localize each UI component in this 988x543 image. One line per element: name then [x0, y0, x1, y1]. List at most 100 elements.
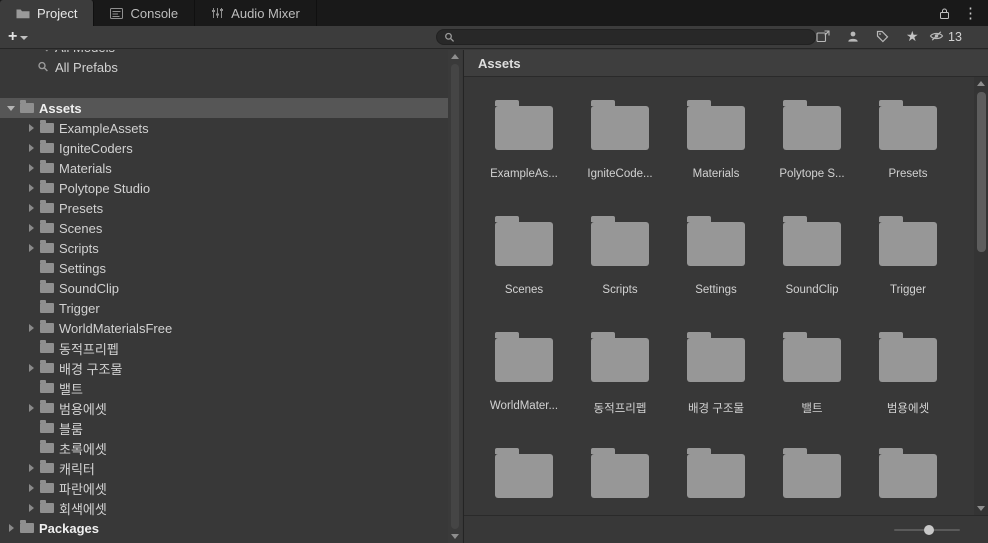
tree-item[interactable]: Materials [0, 158, 448, 178]
tab-label: Console [130, 5, 179, 21]
tree-item-assets[interactable]: Assets [0, 98, 448, 118]
asset-folder[interactable]: SoundClip [764, 210, 860, 326]
expand-arrow-icon[interactable] [6, 102, 16, 114]
search-by-label-icon[interactable] [876, 30, 889, 43]
expand-arrow-icon[interactable] [26, 242, 36, 254]
tree-item[interactable]: 블룸 [0, 418, 448, 438]
tree-item[interactable]: Settings [0, 258, 448, 278]
hidden-items-eye-icon[interactable] [929, 30, 944, 42]
tab-project[interactable]: Project [0, 0, 95, 26]
search-by-type-icon[interactable] [847, 30, 859, 43]
icon-size-slider[interactable] [894, 525, 960, 535]
tree-item[interactable]: 파란에셋 [0, 478, 448, 498]
expand-arrow-icon[interactable] [26, 162, 36, 174]
tree-item-label: Scenes [59, 220, 103, 236]
tree-item[interactable]: 배경 구조물 [0, 358, 448, 378]
expand-arrow-icon[interactable] [26, 222, 36, 234]
folder-icon [40, 380, 54, 393]
scroll-down-icon[interactable] [974, 502, 988, 515]
folder-icon [879, 448, 937, 498]
open-search-window-icon[interactable] [816, 30, 830, 43]
asset-folder[interactable]: Settings [668, 210, 764, 326]
asset-folder[interactable] [572, 442, 668, 515]
tree-item-label: 동적프리펩 [59, 341, 119, 357]
tree-item[interactable]: Trigger [0, 298, 448, 318]
tree-item-label: IgniteCoders [59, 140, 133, 156]
kebab-menu-icon[interactable]: ⋮ [963, 6, 978, 21]
expand-arrow-icon[interactable] [26, 402, 36, 414]
expand-arrow-icon[interactable] [26, 182, 36, 194]
tree-item-label: 블룸 [59, 421, 83, 437]
asset-folder[interactable] [860, 442, 956, 515]
asset-folder[interactable]: IgniteCode... [572, 94, 668, 210]
tree-item-label: 캐릭터 [59, 461, 95, 477]
scrollbar-thumb[interactable] [451, 64, 459, 529]
slider-thumb[interactable] [924, 525, 934, 535]
left-scrollbar[interactable] [448, 50, 462, 543]
tree-item[interactable]: Scenes [0, 218, 448, 238]
scrollbar-thumb[interactable] [976, 92, 986, 252]
tree-item-label: SoundClip [59, 280, 119, 296]
expand-arrow-icon[interactable] [26, 482, 36, 494]
asset-folder[interactable]: Materials [668, 94, 764, 210]
breadcrumb[interactable]: Assets [478, 56, 521, 71]
asset-folder[interactable]: Scripts [572, 210, 668, 326]
expand-arrow-icon[interactable] [26, 202, 36, 214]
expand-arrow-icon[interactable] [6, 522, 16, 534]
tree-item[interactable]: 범용에셋 [0, 398, 448, 418]
tab-audio-mixer[interactable]: Audio Mixer [195, 0, 317, 26]
tree-item[interactable]: WorldMaterialsFree [0, 318, 448, 338]
status-bar [464, 515, 988, 543]
search-input[interactable] [460, 30, 808, 44]
asset-folder[interactable]: Presets [860, 94, 956, 210]
tree-item[interactable]: 초록에셋 [0, 438, 448, 458]
chevron-down-icon [20, 36, 29, 40]
asset-folder[interactable]: 동적프리펩 [572, 326, 668, 442]
asset-folder[interactable] [476, 442, 572, 515]
scroll-down-icon[interactable] [448, 530, 462, 543]
expand-arrow-icon[interactable] [26, 122, 36, 134]
tree-item[interactable]: 밸트 [0, 378, 448, 398]
scroll-up-icon[interactable] [448, 50, 462, 63]
folder-icon [687, 216, 745, 266]
saved-search-all-models[interactable]: All Models [0, 50, 448, 57]
expand-arrow-icon[interactable] [26, 362, 36, 374]
expand-arrow-icon[interactable] [26, 462, 36, 474]
asset-folder[interactable] [764, 442, 860, 515]
scroll-up-icon[interactable] [974, 77, 988, 90]
tree-item[interactable]: Scripts [0, 238, 448, 258]
folder-icon [40, 360, 54, 373]
tree-item-packages[interactable]: Packages [0, 518, 448, 538]
asset-folder-label: ExampleAs... [490, 168, 558, 180]
expand-arrow-icon[interactable] [26, 502, 36, 514]
lock-icon[interactable] [939, 7, 950, 20]
asset-folder[interactable]: ExampleAs... [476, 94, 572, 210]
expand-arrow-icon[interactable] [26, 142, 36, 154]
tab-bar: Project Console Audio Mixer ⋮ [0, 0, 988, 26]
tree-item[interactable]: 캐릭터 [0, 458, 448, 478]
asset-folder[interactable]: WorldMater... [476, 326, 572, 442]
tree-item[interactable]: SoundClip [0, 278, 448, 298]
tree-item[interactable]: 동적프리펩 [0, 338, 448, 358]
tree-item[interactable]: Polytope Studio [0, 178, 448, 198]
saved-search-all-prefabs[interactable]: All Prefabs [0, 57, 448, 77]
save-search-star-icon[interactable]: ★ [906, 29, 919, 43]
expand-arrow-icon[interactable] [26, 322, 36, 334]
asset-folder[interactable]: 범용에셋 [860, 326, 956, 442]
folder-icon [16, 8, 30, 19]
asset-folder-label: IgniteCode... [587, 168, 653, 180]
asset-folder[interactable]: Trigger [860, 210, 956, 326]
asset-folder[interactable]: 밸트 [764, 326, 860, 442]
tree-item[interactable]: IgniteCoders [0, 138, 448, 158]
search-field[interactable] [436, 29, 816, 45]
asset-folder[interactable]: Scenes [476, 210, 572, 326]
tree-item[interactable]: Presets [0, 198, 448, 218]
right-scrollbar[interactable] [974, 77, 988, 515]
asset-folder[interactable]: Polytope S... [764, 94, 860, 210]
tree-item[interactable]: ExampleAssets [0, 118, 448, 138]
asset-folder[interactable]: 배경 구조물 [668, 326, 764, 442]
create-add-button[interactable]: + [8, 26, 29, 48]
asset-folder[interactable] [668, 442, 764, 515]
tree-item[interactable]: 회색에셋 [0, 498, 448, 518]
tab-console[interactable]: Console [94, 0, 196, 26]
